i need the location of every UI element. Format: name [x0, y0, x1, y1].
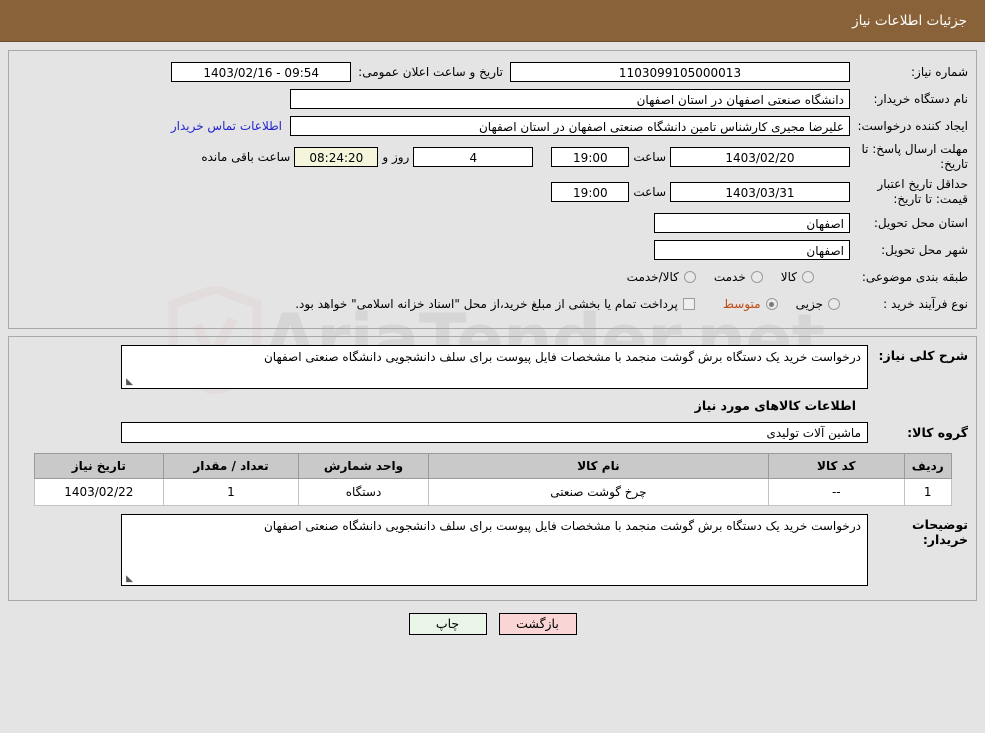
price-validity-time-label: ساعت — [633, 185, 666, 199]
row-goods-group: گروه کالا: ماشین آلات تولیدی — [17, 422, 968, 443]
row-buyer-notes: توضیحات خریدار: درخواست خرید یک دستگاه ب… — [17, 514, 968, 586]
purchase-type-option-label: جزیی — [795, 297, 823, 311]
price-validity-label: حداقل تاریخ اعتبار قیمت: تا تاریخ: — [877, 177, 968, 206]
cell-code: -- — [767, 478, 905, 506]
category-label: طبقه بندی موضوعی: — [861, 269, 968, 284]
page-title: جزئیات اطلاعات نیاز — [852, 12, 967, 29]
page-header: جزئیات اطلاعات نیاز — [0, 0, 985, 42]
radio-icon[interactable] — [765, 298, 778, 310]
reply-deadline-label: مهلت ارسال پاسخ: تا تاریخ: — [861, 142, 968, 171]
row-delivery-city: شهر محل تحویل: اصفهان — [17, 239, 968, 261]
buyer-notes-value: درخواست خرید یک دستگاه برش گوشت منجمد با… — [263, 519, 861, 533]
reply-deadline-time: 19:00 — [551, 147, 630, 167]
buyer-notes-label: توضیحات خریدار: — [912, 517, 968, 547]
row-summary: شرح کلی نیاز: درخواست خرید یک دستگاه برش… — [17, 345, 968, 389]
goods-section-title: اطلاعات کالاهای مورد نیاز — [694, 398, 856, 413]
price-validity-time: 19:00 — [551, 182, 630, 202]
category-option-kala-khedmat[interactable]: کالا/خدمت — [627, 270, 696, 284]
row-category: طبقه بندی موضوعی: کالا خدمت کالا/خدمت — [17, 266, 968, 288]
row-creator: ایجاد کننده درخواست: علیرضا مجیری کارشنا… — [17, 115, 968, 137]
back-button[interactable]: بازگشت — [498, 613, 577, 635]
category-option-label: خدمت — [713, 270, 746, 284]
price-validity-date: 1403/03/31 — [670, 182, 850, 202]
th-name: نام کالا — [428, 453, 769, 479]
cell-date: 1403/02/22 — [33, 478, 165, 506]
cell-qty: 1 — [163, 478, 299, 506]
row-purchase-type: نوع فرآیند خرید : جزیی متوسط پرداخت تمام… — [17, 293, 968, 315]
cell-unit: دستگاه — [297, 478, 430, 506]
radio-icon[interactable] — [750, 271, 763, 283]
reply-deadline-date: 1403/02/20 — [670, 147, 850, 167]
category-option-label: کالا — [780, 270, 797, 284]
th-code: کد کالا — [767, 453, 905, 479]
th-unit: واحد شمارش — [297, 453, 430, 479]
table-header-row: ردیف کد کالا نام کالا واحد شمارش تعداد /… — [33, 453, 952, 479]
purchase-type-option-label: متوسط — [722, 297, 761, 311]
reply-deadline-time-label: ساعت — [633, 150, 666, 164]
remaining-days: 4 — [413, 147, 534, 167]
need-number-label: شماره نیاز: — [911, 64, 968, 79]
creator-label: ایجاد کننده درخواست: — [857, 118, 968, 133]
buyer-org-value: دانشگاه صنعتی اصفهان در استان اصفهان — [290, 89, 850, 109]
buyer-org-label: نام دستگاه خریدار: — [873, 91, 969, 106]
summary-value: درخواست خرید یک دستگاه برش گوشت منجمد با… — [263, 350, 861, 364]
creator-value: علیرضا مجیری کارشناس تامین دانشگاه صنعتی… — [290, 116, 850, 136]
footer-actions: بازگشت چاپ — [0, 613, 985, 635]
radio-icon[interactable] — [683, 271, 696, 283]
summary-label: شرح کلی نیاز: — [878, 348, 968, 363]
need-info-panel: شماره نیاز: 1103099105000013 تاریخ و ساع… — [8, 50, 977, 329]
row-delivery-province: استان محل تحویل: اصفهان — [17, 212, 968, 234]
th-date: تاریخ نیاز — [33, 453, 165, 479]
goods-table: ردیف کد کالا نام کالا واحد شمارش تعداد /… — [33, 453, 952, 506]
row-price-validity: حداقل تاریخ اعتبار قیمت: تا تاریخ: 1403/… — [17, 177, 968, 207]
delivery-city-value: اصفهان — [654, 240, 850, 260]
delivery-city-label: شهر محل تحویل: — [881, 242, 968, 257]
row-need-number: شماره نیاز: 1103099105000013 تاریخ و ساع… — [17, 61, 968, 83]
category-option-khedmat[interactable]: خدمت — [714, 270, 763, 284]
table-row: 1 -- چرخ گوشت صنعتی دستگاه 1 1403/02/22 — [33, 478, 952, 506]
need-detail-panel: شرح کلی نیاز: درخواست خرید یک دستگاه برش… — [8, 336, 977, 601]
goods-group-label: گروه کالا: — [907, 425, 968, 440]
delivery-province-value: اصفهان — [654, 213, 850, 233]
purchase-type-option-jozei[interactable]: جزیی — [796, 297, 840, 311]
public-announce-label: تاریخ و ساعت اعلان عمومی: — [358, 65, 503, 79]
treasury-docs-note: پرداخت تمام یا بخشی از مبلغ خرید،از محل … — [295, 297, 678, 311]
row-buyer-org: نام دستگاه خریدار: دانشگاه صنعتی اصفهان … — [17, 88, 968, 110]
summary-textarea[interactable]: درخواست خرید یک دستگاه برش گوشت منجمد با… — [121, 345, 868, 389]
delivery-province-label: استان محل تحویل: — [873, 215, 968, 230]
countdown-timer: 08:24:20 — [294, 147, 379, 167]
goods-group-value: ماشین آلات تولیدی — [121, 422, 868, 443]
need-number-value: 1103099105000013 — [510, 62, 850, 82]
purchase-type-label: نوع فرآیند خرید : — [883, 296, 968, 311]
buyer-contact-link[interactable]: اطلاعات تماس خریدار — [163, 119, 290, 133]
radio-icon[interactable] — [802, 271, 814, 283]
public-announce-value: 1403/02/16 - 09:54 — [171, 62, 352, 82]
resize-grip-icon[interactable]: ◣ — [124, 378, 133, 387]
treasury-docs-checkbox[interactable] — [682, 298, 695, 310]
purchase-type-option-motavasset[interactable]: متوسط — [723, 297, 778, 311]
remaining-days-label: روز و — [382, 150, 410, 164]
th-radif: ردیف — [903, 453, 952, 479]
row-reply-deadline: مهلت ارسال پاسخ: تا تاریخ: 1403/02/20 سا… — [17, 142, 968, 172]
th-qty: تعداد / مقدار — [163, 453, 299, 479]
cell-radif: 1 — [903, 478, 952, 506]
cell-name: چرخ گوشت صنعتی — [428, 478, 769, 506]
category-option-label: کالا/خدمت — [626, 270, 679, 284]
resize-grip-icon[interactable]: ◣ — [124, 575, 133, 584]
category-option-kala[interactable]: کالا — [781, 270, 814, 284]
radio-icon[interactable] — [828, 298, 840, 310]
print-button[interactable]: چاپ — [408, 613, 487, 635]
buyer-notes-textarea[interactable]: درخواست خرید یک دستگاه برش گوشت منجمد با… — [121, 514, 868, 586]
countdown-suffix: ساعت باقی مانده — [201, 150, 291, 164]
